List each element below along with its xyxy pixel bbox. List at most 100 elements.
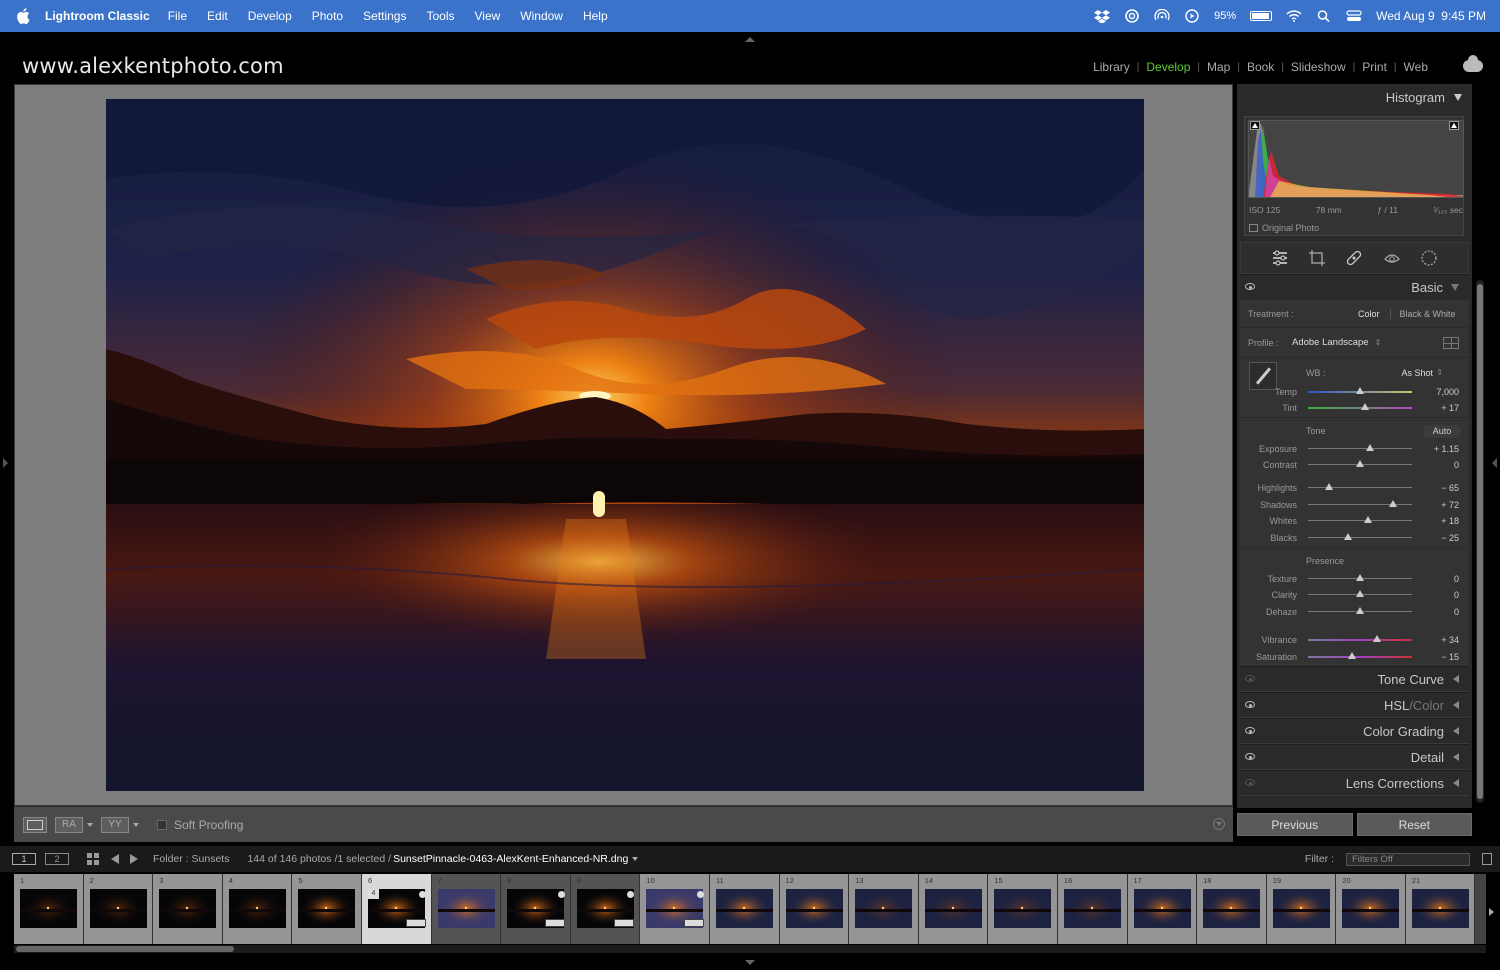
contrast-slider[interactable]: Contrast 0 [1240,458,1469,472]
thumbnail-image[interactable] [1063,889,1121,928]
auto-tone-button[interactable]: Auto [1423,425,1461,438]
soft-proofing-checkbox[interactable] [157,819,167,830]
split-dropdown-icon[interactable] [133,822,139,827]
bottom-panel-toggle-icon[interactable] [745,960,755,965]
module-library[interactable]: Library [1093,60,1130,74]
color-title[interactable]: Color [1413,698,1444,713]
shadow-clipping-icon[interactable] [1250,121,1260,130]
filename-dropdown-icon[interactable] [632,857,639,861]
filmstrip-thumbnail[interactable]: 15 [988,874,1058,944]
before-after-button[interactable]: RA [55,816,83,833]
filmstrip-thumbnail[interactable]: 9 [570,874,641,944]
filmstrip-scrollbar[interactable] [14,945,1486,953]
treatment-color-option[interactable]: Color [1358,309,1380,319]
module-slideshow[interactable]: Slideshow [1291,60,1346,74]
collection-badge-icon[interactable] [544,919,565,927]
thumbnail-image[interactable] [1272,889,1330,928]
blacks-slider-track[interactable] [1308,537,1412,538]
airdrop-icon[interactable] [1154,9,1170,23]
loupe-view-button[interactable] [23,816,47,833]
filmstrip-thumbnail[interactable]: 13 [849,874,919,944]
module-web[interactable]: Web [1404,60,1428,74]
filmstrip-thumbnail[interactable]: 12 [779,874,850,944]
basic-header[interactable]: Basic [1240,274,1469,300]
tone-curve-eye-icon[interactable] [1245,675,1255,682]
whites-slider-handle[interactable] [1364,516,1373,523]
masking-icon[interactable] [1420,249,1438,267]
before-after-split-button[interactable]: YY [101,816,129,833]
thumbnail-image[interactable] [437,889,495,928]
vibrance-slider[interactable]: Vibrance + 34 [1240,633,1469,647]
filmstrip-thumbnail[interactable]: 17 [1127,874,1198,944]
menu-tools[interactable]: Tools [426,9,454,23]
thumbnail-image[interactable] [715,889,773,928]
highlights-slider-handle[interactable] [1324,483,1333,490]
blacks-slider[interactable]: Blacks − 25 [1240,531,1469,545]
filter-dropdown[interactable]: Filters Off [1346,853,1470,866]
saturation-slider-track[interactable] [1308,656,1412,658]
filmstrip-thumbnail[interactable]: 19 [1266,874,1337,944]
exposure-slider-handle[interactable] [1366,444,1375,451]
lens-corrections-header[interactable]: Lens Corrections [1240,770,1469,796]
current-filename[interactable]: SunsetPinnacle-0463-AlexKent-Enhanced-NR… [393,853,628,865]
edit-sliders-icon[interactable] [1271,249,1289,267]
highlights-value[interactable]: − 65 [1441,483,1459,493]
tint-slider[interactable]: Tint + 17 [1240,401,1469,415]
dehaze-value[interactable]: 0 [1454,607,1459,617]
exposure-value[interactable]: + 1.15 [1434,444,1459,454]
thumbnail-image[interactable] [924,889,982,928]
shadows-value[interactable]: + 72 [1441,500,1459,510]
clarity-value[interactable]: 0 [1454,590,1459,600]
hsl-title[interactable]: HSL [1384,698,1409,713]
module-print[interactable]: Print [1362,60,1387,74]
reset-button[interactable]: Reset [1356,813,1472,836]
collection-badge-icon[interactable] [683,919,704,927]
tint-slider-handle[interactable] [1361,403,1370,410]
module-map[interactable]: Map [1207,60,1230,74]
shadows-slider[interactable]: Shadows + 72 [1240,498,1469,512]
main-window-button[interactable]: 1 [12,853,36,865]
menubar-clock[interactable]: Wed Aug 9 9:45 PM [1376,9,1486,23]
temp-value[interactable]: 7,000 [1436,387,1459,397]
highlight-clipping-icon[interactable] [1449,121,1459,130]
filmstrip-thumbnail[interactable]: 18 [1197,874,1267,944]
thumbnail-image[interactable] [785,889,843,928]
whites-slider[interactable]: Whites + 18 [1240,514,1469,528]
profile-dropdown-icon[interactable]: ⇕ [1375,338,1382,347]
saturation-value[interactable]: − 15 [1441,652,1459,662]
detail-eye-icon[interactable] [1245,753,1255,760]
thumbnail-image[interactable] [20,889,77,928]
clarity-slider[interactable]: Clarity 0 [1240,588,1469,602]
contrast-slider-handle[interactable] [1356,460,1364,467]
menu-view[interactable]: View [474,9,500,23]
previous-button[interactable]: Previous [1237,813,1353,836]
filmstrip-thumbnail[interactable]: 10 [640,874,710,944]
saturation-slider-handle[interactable] [1347,652,1356,659]
profile-dropdown[interactable]: Adobe Landscape [1292,337,1369,348]
folder-source[interactable]: Folder : Sunsets [153,853,229,865]
creative-cloud-icon[interactable] [1124,9,1140,23]
thumbnail-image[interactable] [855,889,913,928]
menu-develop[interactable]: Develop [248,9,292,23]
original-photo-toggle[interactable]: Original Photo [1249,223,1319,233]
tone-curve-header[interactable]: Tone Curve [1240,666,1469,692]
left-panel-toggle-icon[interactable] [3,458,8,468]
main-photo[interactable] [106,99,1144,791]
whites-slider-track[interactable] [1308,520,1412,521]
filmstrip-thumbnail[interactable]: 14 [918,874,989,944]
filmstrip-thumbnail[interactable]: 2 [83,874,154,944]
filmstrip-thumbnail[interactable]: 3 [153,874,223,944]
treatment-bw-option[interactable]: Black & White [1400,309,1456,319]
exposure-slider[interactable]: Exposure + 1.15 [1240,442,1469,456]
filmstrip-thumbnail[interactable]: 1 [14,874,84,944]
blacks-slider-handle[interactable] [1343,533,1352,540]
collapse-icon[interactable] [1454,93,1462,101]
highlights-slider-track[interactable] [1308,487,1412,488]
menu-window[interactable]: Window [520,9,563,23]
tint-slider-track[interactable] [1308,407,1412,409]
hsl-header[interactable]: HSL / Color [1240,692,1469,718]
original-photo-checkbox[interactable] [1249,224,1258,232]
vibrance-slider-handle[interactable] [1372,635,1381,642]
color-grading-header[interactable]: Color Grading [1240,718,1469,744]
temp-slider[interactable]: Temp 7,000 [1240,385,1469,399]
